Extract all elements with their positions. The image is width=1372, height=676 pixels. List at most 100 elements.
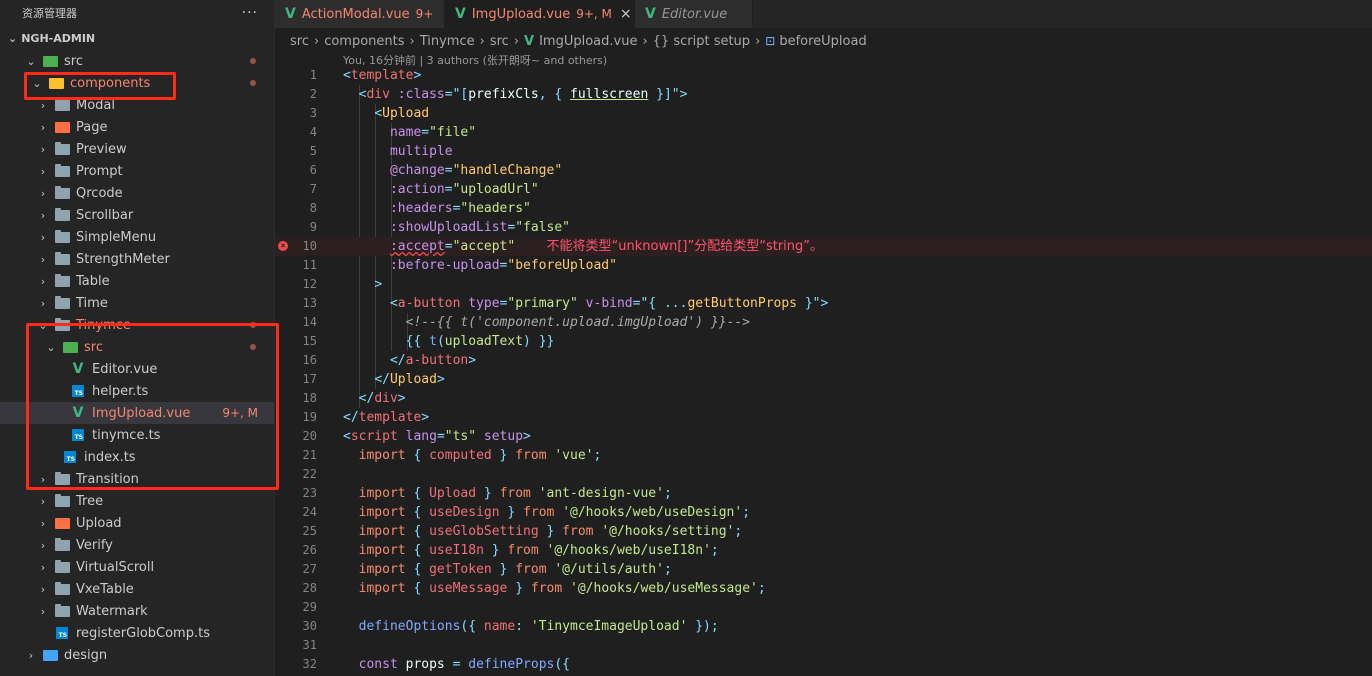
tree-item-time[interactable]: › Time [0, 292, 274, 314]
folder-icon [54, 273, 70, 288]
folder-icon [54, 120, 70, 134]
tree-item-label: Upload [76, 515, 122, 531]
tree-item-qrcode[interactable]: › Qrcode [0, 182, 274, 204]
line-number: 2 [309, 87, 317, 101]
line-number: 31 [302, 638, 317, 652]
chevron-right-icon: › [40, 604, 46, 618]
tree-item-strengthmeter[interactable]: › StrengthMeter [0, 248, 274, 270]
tree-item-label: StrengthMeter [76, 251, 170, 267]
chevron-right-icon: › [40, 208, 46, 222]
folder-icon [54, 295, 70, 310]
more-actions-icon[interactable]: ··· [242, 5, 258, 21]
code-line: 24 import { useDesign } from '@/hooks/we… [275, 503, 1372, 522]
chevron-right-icon: › [40, 142, 46, 156]
code-line: 25 import { useGlobSetting } from '@/hoo… [275, 522, 1372, 541]
breadcrumb-symbol[interactable]: beforeUpload [779, 34, 866, 49]
code-line: 4 name="file" [275, 123, 1372, 142]
vue-file-icon: V [524, 33, 535, 49]
breadcrumb: src › components › Tinymce › src › V ImgUplo… [290, 30, 867, 52]
code-line: 11 :before-upload="beforeUpload" [275, 256, 1372, 275]
code-line: 26 import { useI18n } from '@/hooks/web/… [275, 541, 1372, 560]
folder-icon [54, 603, 70, 618]
tree-item-verify[interactable]: › Verify [0, 534, 274, 556]
line-number: 12 [302, 277, 317, 291]
line-number: 13 [302, 296, 317, 310]
code-line: 22 [275, 465, 1372, 484]
chevron-right-icon: › [513, 33, 520, 49]
chevron-right-icon: › [755, 33, 761, 49]
breadcrumb-section[interactable]: {} script setup [653, 34, 750, 49]
tree-item-upload[interactable]: › Upload [0, 512, 274, 534]
line-number: 29 [302, 600, 317, 614]
tab-imgupload[interactable]: V ImgUpload.vue 9+, M × [445, 0, 635, 28]
line-number: 1 [309, 68, 317, 82]
chevron-right-icon: › [40, 274, 46, 288]
line-number: 17 [302, 372, 317, 386]
tree-item-scrollbar[interactable]: › Scrollbar [0, 204, 274, 226]
line-number: 22 [302, 467, 317, 481]
line-number: 26 [302, 543, 317, 557]
tab-label: ImgUpload.vue [471, 6, 571, 22]
line-number: 15 [302, 334, 317, 348]
chevron-right-icon: › [40, 582, 46, 596]
tree-item-label: Watermark [76, 603, 148, 619]
tree-item-preview[interactable]: › Preview [0, 138, 274, 160]
chevron-right-icon: › [40, 560, 46, 574]
code-editor[interactable]: 1 <template> 2 <div :class="[prefixCls, {… [275, 66, 1372, 676]
tree-item-tree[interactable]: › Tree [0, 490, 274, 512]
line-number: 5 [309, 144, 317, 158]
line-number: 8 [309, 201, 317, 215]
code-line: 12 > [275, 275, 1372, 294]
tree-item-page[interactable]: › Page [0, 116, 274, 138]
tree-item-label: Tree [76, 493, 104, 509]
folder-icon [54, 537, 70, 552]
tree-item-design[interactable]: › design [0, 644, 274, 666]
code-line: 2 <div :class="[prefixCls, { fullscreen … [275, 85, 1372, 104]
tab-editor[interactable]: V Editor.vue [635, 0, 753, 28]
chevron-right-icon: › [409, 33, 415, 49]
line-number: 20 [302, 429, 317, 443]
close-tab-icon[interactable]: × [620, 6, 632, 22]
breadcrumb-file[interactable]: ImgUpload.vue [539, 34, 637, 49]
inline-error-message: 不能将类型“unknown[]”分配给类型“string”。 [546, 239, 824, 254]
chevron-down-icon: ⌄ [8, 31, 18, 45]
tree-item-label: design [64, 647, 108, 663]
code-line: 32 const props = defineProps({ [275, 655, 1372, 674]
code-line: 30 defineOptions({ name: 'TinymceImageUp… [275, 617, 1372, 636]
tree-item-vxetable[interactable]: › VxeTable [0, 578, 274, 600]
code-line: 6 @change="handleChange" [275, 161, 1372, 180]
tab-actionmodal[interactable]: V ActionModal.vue 9+ [275, 0, 445, 28]
chevron-right-icon: › [642, 33, 648, 49]
vue-file-icon: V [455, 6, 466, 22]
vue-file-icon: V [645, 6, 656, 22]
breadcrumb-item[interactable]: components [324, 34, 404, 49]
tree-item-label: VxeTable [76, 581, 134, 597]
code-line: 15 {{ t(uploadText) }} [275, 332, 1372, 351]
editor-tabs: V ActionModal.vue 9+ V ImgUpload.vue 9+,… [275, 0, 1372, 28]
tree-item-table[interactable]: › Table [0, 270, 274, 292]
code-line: 7 :action="uploadUrl" [275, 180, 1372, 199]
chevron-right-icon: › [40, 252, 46, 266]
workspace-name: NGH-ADMIN [21, 31, 96, 45]
folder-icon [54, 251, 70, 266]
tree-item-virtualscroll[interactable]: › VirtualScroll [0, 556, 274, 578]
line-number: 3 [309, 106, 317, 120]
tab-label: Editor.vue [661, 6, 728, 22]
line-number: 28 [302, 581, 317, 595]
tree-item-src[interactable]: ⌄ src [0, 50, 274, 72]
code-line: 13 <a-button type="primary" v-bind="{ ..… [275, 294, 1372, 313]
folder-icon [42, 648, 58, 662]
tree-item-prompt[interactable]: › Prompt [0, 160, 274, 182]
chevron-right-icon: › [40, 494, 46, 508]
breadcrumb-item[interactable]: src [290, 34, 309, 49]
workspace-section[interactable]: ⌄ NGH-ADMIN [0, 26, 274, 50]
tree-item-watermark[interactable]: › Watermark [0, 600, 274, 622]
tree-item-registerglobcomp-ts[interactable]: TS registerGlobComp.ts [0, 622, 274, 644]
tree-item-label: Verify [76, 537, 113, 553]
folder-icon [54, 207, 70, 222]
folder-icon [54, 581, 70, 596]
breadcrumb-item[interactable]: src [490, 34, 509, 49]
chevron-right-icon: › [40, 120, 46, 134]
breadcrumb-item[interactable]: Tinymce [420, 34, 475, 49]
tree-item-simplemenu[interactable]: › SimpleMenu [0, 226, 274, 248]
